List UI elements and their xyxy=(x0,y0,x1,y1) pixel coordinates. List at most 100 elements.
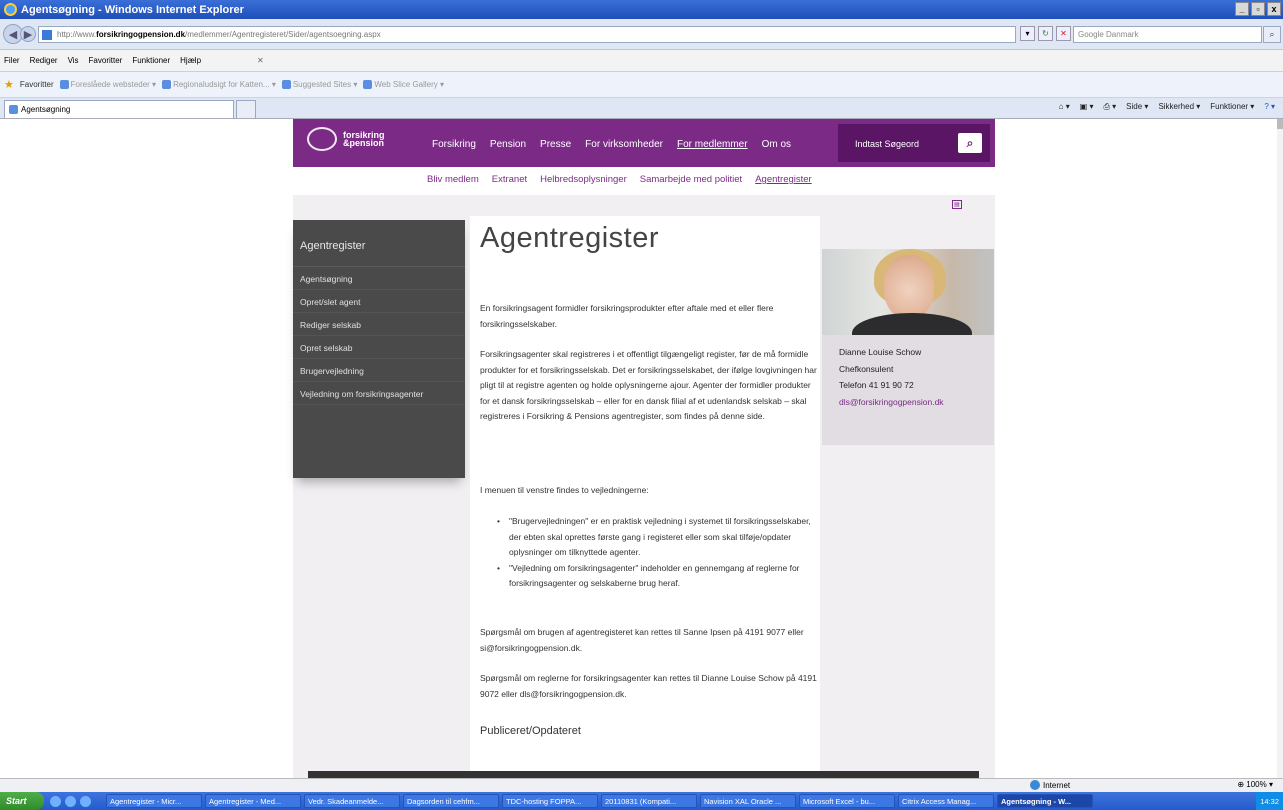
taskbar-item[interactable]: Microsoft Excel - bu... xyxy=(799,794,895,808)
favorites-label[interactable]: Favoritter xyxy=(20,80,54,89)
tab-agentsoegning[interactable]: Agentsøgning xyxy=(4,100,234,118)
url-path: /medlemmer/Agentregisteret/Sider/agentso… xyxy=(185,30,381,39)
favorite-item[interactable]: Regionaludsigt for Katten... ▾ xyxy=(162,80,276,90)
logo-line2: &pension xyxy=(343,138,385,148)
taskbar-item[interactable]: Vedr. Skadeanmelde... xyxy=(304,794,400,808)
help-icon[interactable]: ? ▾ xyxy=(1264,102,1275,112)
cmd-page[interactable]: Side ▾ xyxy=(1126,102,1148,112)
forward-button[interactable]: ▶ xyxy=(20,26,36,42)
print-toolbar-icon[interactable]: ⎙ ▾ xyxy=(1104,102,1117,112)
taskbar-item[interactable]: Agentregister - Micr... xyxy=(106,794,202,808)
left-nav-title[interactable]: Agentregister xyxy=(293,220,465,267)
subnav-agentregister[interactable]: Agentregister xyxy=(755,174,812,185)
guides-intro: I menuen til venstre findes to vejlednin… xyxy=(480,485,649,495)
leftnav-item-brugervejledning[interactable]: Brugervejledning xyxy=(293,359,465,382)
dropdown-icon[interactable]: ▾ xyxy=(1020,26,1035,41)
zoom-control[interactable]: ⊕ 100% ▾ xyxy=(1237,780,1273,789)
leftnav-item-opret-selskab[interactable]: Opret selskab xyxy=(293,336,465,359)
favorite-item[interactable]: Web Slice Gallery ▾ xyxy=(363,80,444,90)
published-label: Publiceret/Opdateret xyxy=(480,725,581,737)
maximize-button[interactable]: ▫ xyxy=(1251,2,1265,16)
contact-email-link[interactable]: dls@forsikringogpension.dk xyxy=(839,394,944,411)
ie-icon[interactable] xyxy=(65,795,76,807)
start-button[interactable]: Start xyxy=(0,792,44,810)
taskbar-item[interactable]: TDC-hosting FOPPA... xyxy=(502,794,598,808)
list-item: "Vejledning om forsikringsagenter" indeh… xyxy=(497,561,817,592)
leftnav-item-vejledning[interactable]: Vejledning om forsikringsagenter xyxy=(293,382,465,405)
url-prefix: http://www. xyxy=(57,30,97,39)
subnav-bliv-medlem[interactable]: Bliv medlem xyxy=(427,174,479,185)
menu-tools[interactable]: Funktioner xyxy=(132,56,170,65)
taskbar-item[interactable]: Dagsorden til cehfm... xyxy=(403,794,499,808)
page-title: Agentregister xyxy=(480,222,659,254)
intro-paragraph: En forsikringsagent formidler forsikring… xyxy=(480,303,774,329)
subnav-samarbejde[interactable]: Samarbejde med politiet xyxy=(640,174,742,185)
favorite-item[interactable]: Suggested Sites ▾ xyxy=(281,80,357,90)
close-toolbar-icon[interactable]: ✕ xyxy=(257,56,264,65)
new-tab-button[interactable] xyxy=(236,100,256,118)
taskbar-item-active[interactable]: Agentsøgning - W... xyxy=(997,794,1093,808)
window-title: Agentsøgning - Windows Internet Explorer xyxy=(21,3,244,16)
site-search-input[interactable]: Indtast Søgeord xyxy=(855,139,919,149)
contact-role: Chefkonsulent xyxy=(839,363,894,374)
site-logo[interactable]: forsikring &pension xyxy=(307,127,385,151)
site-search-box[interactable]: Indtast Søgeord ⌕ xyxy=(838,124,990,162)
search-icon[interactable]: ⌕ xyxy=(1263,26,1281,43)
subnav-helbredsoplysninger[interactable]: Helbredsoplysninger xyxy=(540,174,627,185)
guides-list: "Brugervejledningen" er en praktisk vejl… xyxy=(497,514,817,592)
zone-label: Internet xyxy=(1043,780,1071,790)
search-icon[interactable]: ⌕ xyxy=(958,133,982,153)
nav-presse[interactable]: Presse xyxy=(540,139,571,150)
page-icon xyxy=(42,29,52,40)
security-zone: Internet xyxy=(1030,780,1070,790)
contact-photo xyxy=(822,249,994,335)
tab-row: Agentsøgning ⌂ ▾ ▣ ▾ ⎙ ▾ Side ▾ Sikkerhe… xyxy=(0,98,1283,119)
menu-favorites[interactable]: Favoritter xyxy=(89,56,123,65)
status-bar: Internet ⊕ 100% ▾ xyxy=(0,778,1283,792)
search-placeholder: Google Danmark xyxy=(1078,30,1139,39)
cmd-tools[interactable]: Funktioner ▾ xyxy=(1210,102,1254,112)
vertical-scrollbar[interactable] xyxy=(1277,119,1283,778)
refresh-icon[interactable]: ↻ xyxy=(1038,26,1053,41)
menu-file[interactable]: Filer xyxy=(4,56,20,65)
taskbar-item[interactable]: Agentregister - Med... xyxy=(205,794,301,808)
leftnav-item-opret-slet-agent[interactable]: Opret/slet agent xyxy=(293,290,465,313)
close-button[interactable]: x xyxy=(1267,2,1281,16)
search-input[interactable]: Google Danmark xyxy=(1073,26,1262,43)
sub-nav: Bliv medlem Extranet Helbredsoplysninger… xyxy=(427,174,812,185)
taskbar-item[interactable]: Navision XAL Oracle ... xyxy=(700,794,796,808)
globe-icon xyxy=(1030,780,1040,790)
menu-help[interactable]: Hjælp xyxy=(180,56,201,65)
taskbar-item[interactable]: Citrix Access Manag... xyxy=(898,794,994,808)
nav-pension[interactable]: Pension xyxy=(490,139,526,150)
ie-icon[interactable] xyxy=(50,795,61,807)
stop-icon[interactable]: ✕ xyxy=(1056,26,1071,41)
subnav-extranet[interactable]: Extranet xyxy=(492,174,527,185)
star-icon: ★ xyxy=(4,79,14,91)
list-item: "Brugervejledningen" er en praktisk vejl… xyxy=(497,514,817,561)
leftnav-item-rediger-selskab[interactable]: Rediger selskab xyxy=(293,313,465,336)
taskbar-item[interactable]: 20110831 (Kompati... xyxy=(601,794,697,808)
tab-title: Agentsøgning xyxy=(21,105,71,114)
menu-view[interactable]: Vis xyxy=(68,56,79,65)
outlook-icon[interactable] xyxy=(80,795,91,807)
ie-icon xyxy=(9,105,18,114)
nav-for-medlemmer[interactable]: For medlemmer xyxy=(677,139,748,150)
home-icon[interactable]: ⌂ ▾ xyxy=(1059,102,1070,112)
favorite-item[interactable]: Foreslåede websteder ▾ xyxy=(59,80,156,90)
menu-edit[interactable]: Rediger xyxy=(30,56,58,65)
leftnav-item-agentsoegning[interactable]: Agentsøgning xyxy=(293,267,465,290)
system-tray: 14:32 xyxy=(1256,792,1283,810)
print-icon[interactable]: ▤ xyxy=(952,200,962,209)
nav-for-virksomheder[interactable]: For virksomheder xyxy=(585,139,663,150)
address-input[interactable]: http://www. forsikringogpension.dk/medlem… xyxy=(38,26,1016,43)
url-domain: forsikringogpension.dk xyxy=(96,30,186,39)
site-header: forsikring &pension Forsikring Pension P… xyxy=(293,119,995,167)
nav-om-os[interactable]: Om os xyxy=(762,139,791,150)
feeds-icon[interactable]: ▣ ▾ xyxy=(1080,102,1094,112)
menu-bar: Filer Rediger Vis Favoritter Funktioner … xyxy=(0,50,1283,72)
contact-name: Dianne Louise Schow xyxy=(839,347,922,357)
nav-forsikring[interactable]: Forsikring xyxy=(432,139,476,150)
cmd-safety[interactable]: Sikkerhed ▾ xyxy=(1158,102,1200,112)
minimize-button[interactable]: _ xyxy=(1235,2,1249,16)
